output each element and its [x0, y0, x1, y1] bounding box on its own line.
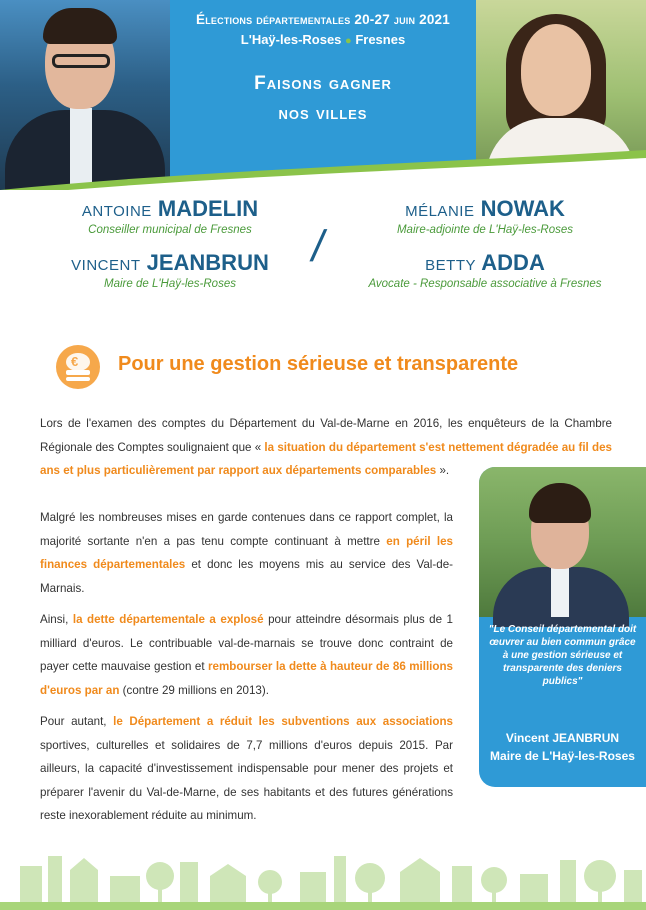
euro-coins-icon: €	[56, 345, 100, 389]
candidate-role: Conseiller municipal de Fresnes	[88, 224, 252, 236]
section-title: Pour une gestion sérieuse et transparent…	[118, 353, 519, 375]
highlight-text: la dette départementale a explosé	[72, 613, 264, 626]
green-swoosh-decoration	[0, 150, 646, 190]
last-name: MADELIN	[157, 196, 259, 221]
towns-line: L'Haÿ-les-Roses ● Fresnes	[170, 32, 476, 47]
header-text: Élections départementales 20-27 juin 202…	[170, 0, 476, 129]
last-name: JEANBRUN	[146, 250, 269, 275]
paragraph-4: Pour autant, le Département a réduit les…	[40, 715, 453, 822]
quote-text: "Le Conseil départemental doit œuvrer au…	[488, 624, 637, 687]
quote-box: "Le Conseil départemental doit œuvrer au…	[479, 467, 646, 787]
candidate-vincent-jeanbrun: Vincent JEANBRUN Maire de L'Haÿ-les-Rose…	[40, 250, 300, 290]
candidate-role: Avocate - Responsable associative à Fres…	[368, 278, 602, 290]
first-name: Betty	[425, 257, 476, 274]
quote-author: Vincent JEANBRUN Maire de L'Haÿ-les-Rose…	[479, 729, 646, 765]
last-name: NOWAK	[480, 196, 565, 221]
highlight-text: le Département a réduit les subventions …	[113, 715, 453, 728]
first-name: Mélanie	[405, 203, 475, 220]
candidate-role: Maire-adjointe de L'Haÿ-les-Roses	[396, 224, 574, 236]
candidate-role: Maire de L'Haÿ-les-Roses	[104, 278, 236, 290]
city-skyline-illustration	[0, 856, 646, 910]
header-banner: Élections départementales 20-27 juin 202…	[0, 0, 646, 190]
paragraph-2: Malgré les nombreuses mises en garde con…	[40, 511, 453, 595]
candidate-antoine-madelin: Antoine MADELIN Conseiller municipal de …	[40, 196, 300, 236]
first-name: Antoine	[81, 203, 152, 220]
slogan-line-2: nos villes	[278, 103, 368, 124]
town-fresnes: Fresnes	[355, 32, 406, 47]
slogan: Faisons gagner nos villes	[170, 69, 476, 129]
body-paragraphs: Malgré les nombreuses mises en garde con…	[40, 506, 453, 836]
first-name: Vincent	[71, 257, 141, 274]
paragraph-3: Ainsi, la dette départementale a explosé…	[40, 613, 454, 697]
quote-author-name: Vincent JEANBRUN	[505, 731, 620, 745]
quote-author-title: Maire de L'Haÿ-les-Roses	[490, 749, 635, 763]
candidate-melanie-nowak: Mélanie NOWAK Maire-adjointe de L'Haÿ-le…	[340, 196, 630, 236]
quote-photo-vincent-jeanbrun	[479, 467, 646, 627]
section-heading: € Pour une gestion sérieuse et transpare…	[56, 345, 616, 389]
last-name: ADDA	[481, 250, 545, 275]
candidate-betty-adda: Betty ADDA Avocate - Responsable associa…	[330, 250, 640, 290]
town-lhay: L'Haÿ-les-Roses	[240, 32, 342, 47]
separator-dot-icon: ●	[345, 35, 352, 47]
candidate-separator: /	[307, 222, 329, 271]
candidates-block: Antoine MADELIN Conseiller municipal de …	[0, 196, 646, 306]
election-dates: Élections départementales 20-27 juin 202…	[196, 12, 450, 27]
slogan-line-1: Faisons gagner	[254, 73, 392, 94]
